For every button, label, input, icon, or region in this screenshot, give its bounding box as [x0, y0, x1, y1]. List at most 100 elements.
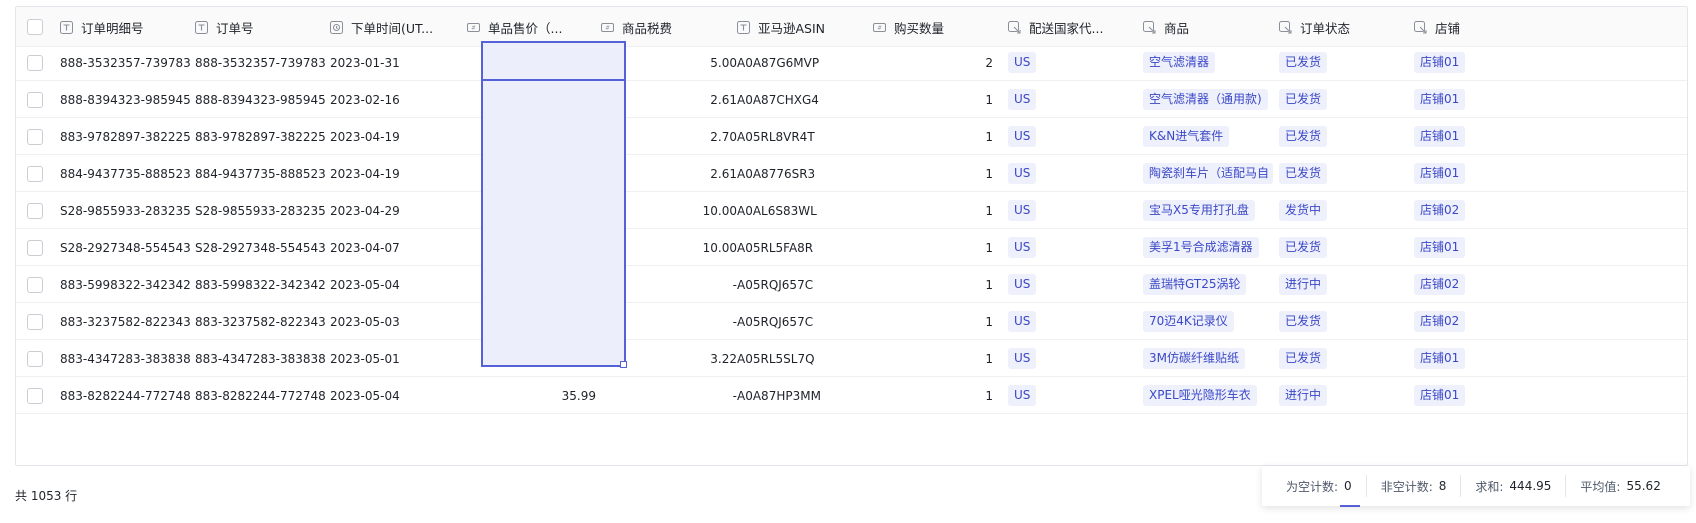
cell-detail-no[interactable]: 883-4347283-3838383: [60, 340, 190, 377]
cell-product[interactable]: 盖瑞特GT25涡轮: [1143, 266, 1278, 303]
row-checkbox[interactable]: [27, 313, 43, 330]
cell-status[interactable]: 已发货: [1279, 118, 1409, 155]
cell-status[interactable]: 发货中: [1279, 192, 1409, 229]
cell-detail-no[interactable]: S28-2927348-5545432: [60, 229, 190, 266]
cell-shop[interactable]: 店铺01: [1414, 229, 1544, 266]
cell-status[interactable]: 已发货: [1279, 155, 1409, 192]
table-row[interactable]: 883-8282244-7727483 883-8282244-7727483 20…: [16, 377, 1687, 414]
cell-shop[interactable]: 店铺01: [1414, 118, 1544, 155]
cell-date[interactable]: 2023-05-04: [330, 266, 460, 303]
fill-handle[interactable]: [620, 361, 627, 368]
cell-product[interactable]: 空气滤清器: [1143, 44, 1278, 81]
cell-qty[interactable]: 1: [873, 118, 993, 155]
cell-qty[interactable]: 1: [873, 155, 993, 192]
cell-order-no[interactable]: 883-5998322-3423423: [195, 266, 325, 303]
cell-status[interactable]: 进行中: [1279, 377, 1409, 414]
cell-shop[interactable]: 店铺01: [1414, 377, 1544, 414]
row-checkbox[interactable]: [27, 276, 43, 293]
cell-order-no[interactable]: 883-8282244-7727483: [195, 377, 325, 414]
cell-order-no[interactable]: 888-8394323-9859454: [195, 81, 325, 118]
cell-status[interactable]: 已发货: [1279, 229, 1409, 266]
column-header[interactable]: 订单号: [195, 7, 323, 47]
cell-shop[interactable]: 店铺01: [1414, 155, 1544, 192]
cell-country[interactable]: US: [1008, 192, 1143, 229]
cell-shop[interactable]: 店铺01: [1414, 340, 1544, 377]
table-row[interactable]: 883-4347283-3838383 883-4347283-3838383 20…: [16, 340, 1687, 377]
column-header[interactable]: 商品: [1143, 7, 1271, 47]
cell-detail-no[interactable]: 884-9437735-8885233: [60, 155, 190, 192]
cell-order-no[interactable]: 884-9437735-8885233: [195, 155, 325, 192]
selected-column-range[interactable]: [481, 41, 626, 367]
cell-country[interactable]: US: [1008, 155, 1143, 192]
cell-order-no[interactable]: S28-9855933-2832355: [195, 192, 325, 229]
cell-qty[interactable]: 2: [873, 44, 993, 81]
cell-detail-no[interactable]: 883-3237582-8223438: [60, 303, 190, 340]
cell-asin[interactable]: A0A87HP3MM: [737, 377, 872, 414]
cell-country[interactable]: US: [1008, 229, 1143, 266]
cell-product[interactable]: 空气滤清器（通用款): [1143, 81, 1278, 118]
table-row[interactable]: 883-9782897-3822252 883-9782897-3822252 20…: [16, 118, 1687, 155]
cell-order-no[interactable]: 888-3532357-7397835: [195, 44, 325, 81]
cell-product[interactable]: XPEL哑光隐形车衣: [1143, 377, 1278, 414]
cell-detail-no[interactable]: S28-9855933-2832355: [60, 192, 190, 229]
table-row[interactable]: 888-3532357-7397835 888-3532357-7397835 20…: [16, 44, 1687, 81]
column-header[interactable]: 订单明细号: [60, 7, 188, 47]
cell-asin[interactable]: A05RL5FA8R: [737, 229, 872, 266]
cell-product[interactable]: 宝马X5专用打孔盘: [1143, 192, 1278, 229]
cell-shop[interactable]: 店铺01: [1414, 81, 1544, 118]
cell-country[interactable]: US: [1008, 340, 1143, 377]
table-row[interactable]: 888-8394323-9859454 888-8394323-9859454 20…: [16, 81, 1687, 118]
cell-tax[interactable]: -: [601, 377, 737, 414]
cell-date[interactable]: 2023-01-31: [330, 44, 460, 81]
cell-order-no[interactable]: 883-3237582-8223438: [195, 303, 325, 340]
cell-asin[interactable]: A05RL8VR4T: [737, 118, 872, 155]
column-header[interactable]: 店铺: [1414, 7, 1542, 47]
cell-asin[interactable]: A0A8776SR3: [737, 155, 872, 192]
table-row[interactable]: S28-9855933-2832355 S28-9855933-2832355 20…: [16, 192, 1687, 229]
cell-country[interactable]: US: [1008, 266, 1143, 303]
cell-country[interactable]: US: [1008, 118, 1143, 155]
cell-product[interactable]: 美孚1号合成滤清器: [1143, 229, 1278, 266]
cell-date[interactable]: 2023-05-04: [330, 377, 460, 414]
row-checkbox[interactable]: [27, 387, 43, 404]
cell-price[interactable]: 35.99: [466, 377, 596, 414]
cell-date[interactable]: 2023-04-29: [330, 192, 460, 229]
row-checkbox[interactable]: [27, 350, 43, 367]
cell-qty[interactable]: 1: [873, 229, 993, 266]
column-header[interactable]: 下单时间(UT...: [330, 7, 458, 47]
row-checkbox[interactable]: [27, 165, 43, 182]
cell-order-no[interactable]: S28-2927348-5545432: [195, 229, 325, 266]
column-header[interactable]: 配送国家代...: [1008, 7, 1136, 47]
stat-nonempty-count[interactable]: 非空计数: 8: [1365, 475, 1461, 497]
stat-average[interactable]: 平均值: 55.62: [1565, 475, 1674, 497]
cell-shop[interactable]: 店铺02: [1414, 303, 1544, 340]
table-row[interactable]: 884-9437735-8885233 884-9437735-8885233 20…: [16, 155, 1687, 192]
cell-order-no[interactable]: 883-9782897-3822252: [195, 118, 325, 155]
stat-empty-count[interactable]: 为空计数: 0: [1262, 475, 1366, 497]
cell-date[interactable]: 2023-04-19: [330, 155, 460, 192]
cell-qty[interactable]: 1: [873, 340, 993, 377]
select-all-checkbox[interactable]: [27, 19, 43, 35]
cell-asin[interactable]: A0A87G6MVP: [737, 44, 872, 81]
active-cell[interactable]: [481, 41, 626, 81]
cell-country[interactable]: US: [1008, 44, 1143, 81]
cell-country[interactable]: US: [1008, 377, 1143, 414]
cell-product[interactable]: K&N进气套件: [1143, 118, 1278, 155]
cell-shop[interactable]: 店铺02: [1414, 192, 1544, 229]
cell-product[interactable]: 3M仿碳纤维贴纸: [1143, 340, 1278, 377]
row-checkbox[interactable]: [27, 128, 43, 145]
table-row[interactable]: S28-2927348-5545432 S28-2927348-5545432 20…: [16, 229, 1687, 266]
cell-qty[interactable]: 1: [873, 266, 993, 303]
cell-date[interactable]: 2023-05-01: [330, 340, 460, 377]
column-header[interactable]: 亚马逊ASIN: [737, 7, 865, 47]
cell-detail-no[interactable]: 888-8394323-9859454: [60, 81, 190, 118]
cell-status[interactable]: 已发货: [1279, 44, 1409, 81]
cell-qty[interactable]: 1: [873, 303, 993, 340]
cell-detail-no[interactable]: 883-8282244-7727483: [60, 377, 190, 414]
row-checkbox[interactable]: [27, 202, 43, 219]
cell-asin[interactable]: A0AL6S83WL: [737, 192, 872, 229]
table-row[interactable]: 883-5998322-3423423 883-5998322-3423423 20…: [16, 266, 1687, 303]
cell-asin[interactable]: A05RL5SL7Q: [737, 340, 872, 377]
cell-date[interactable]: 2023-04-19: [330, 118, 460, 155]
row-checkbox[interactable]: [27, 91, 43, 108]
